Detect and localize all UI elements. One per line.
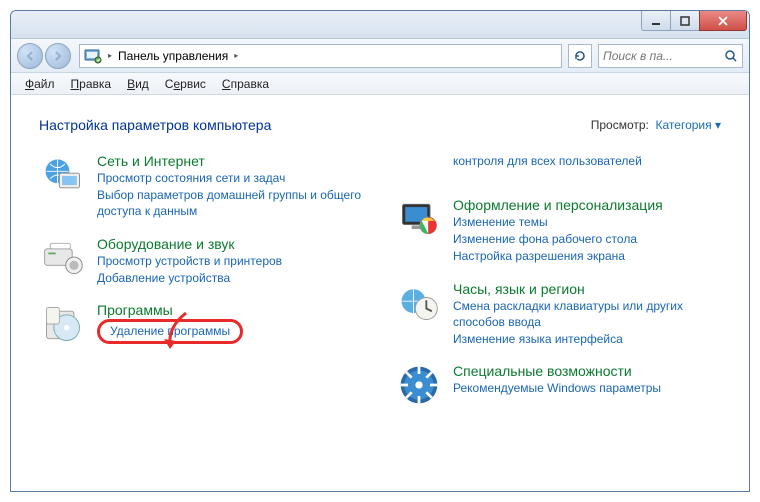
category-link[interactable]: Просмотр устройств и принтеров [97, 253, 282, 269]
personalization-icon [395, 195, 443, 243]
uninstall-program-link[interactable]: Удаление программы [110, 324, 230, 338]
category-link[interactable]: Изменение темы [453, 214, 663, 230]
address-bar[interactable]: ▸ Панель управления ▸ [79, 44, 562, 68]
menu-edit[interactable]: Правка [65, 75, 118, 93]
network-icon [39, 151, 87, 199]
search-input[interactable] [603, 49, 703, 63]
category-title[interactable]: Программы [97, 302, 243, 318]
category-link[interactable]: Смена раскладки клавиатуры или других сп… [453, 298, 721, 330]
nav-back-button[interactable] [17, 43, 43, 69]
category-title[interactable]: Специальные возможности [453, 363, 661, 379]
minimize-button[interactable] [641, 11, 671, 31]
programs-icon [39, 300, 87, 348]
category-clock: Часы, язык и регион Смена раскладки клав… [395, 279, 721, 348]
clock-icon [395, 279, 443, 327]
accessibility-icon [395, 361, 443, 409]
navbar: ▸ Панель управления ▸ [11, 39, 749, 73]
category-link[interactable]: Просмотр состояния сети и задач [97, 170, 365, 186]
category-link[interactable]: Добавление устройства [97, 270, 282, 286]
view-selector: Просмотр: Категория ▾ [591, 118, 721, 132]
orphan-links: контроля для всех пользователей [395, 151, 721, 181]
category-title[interactable]: Оформление и персонализация [453, 197, 663, 213]
category-title[interactable]: Часы, язык и регион [453, 281, 721, 297]
breadcrumb-item[interactable]: Панель управления [118, 49, 228, 63]
close-button[interactable] [699, 11, 747, 31]
menubar: ФФайлайл Правка Вид Сервис Справка [11, 73, 749, 95]
hardware-icon [39, 234, 87, 282]
menu-tools[interactable]: Сервис [159, 75, 212, 93]
category-link[interactable]: Изменение фона рабочего стола [453, 231, 663, 247]
category-link[interactable]: Выбор параметров домашней группы и общег… [97, 187, 365, 219]
view-mode-link[interactable]: Категория ▾ [656, 118, 721, 132]
search-box[interactable] [598, 44, 743, 68]
titlebar [11, 11, 749, 39]
control-panel-window: ▸ Панель управления ▸ ФФайлайл Правка Ви… [10, 10, 750, 492]
category-title[interactable]: Оборудование и звук [97, 236, 282, 252]
category-title[interactable]: Сеть и Интернет [97, 153, 365, 169]
menu-help[interactable]: Справка [216, 75, 275, 93]
search-icon [724, 49, 738, 63]
control-panel-icon [84, 48, 102, 64]
menu-file[interactable]: ФФайлайл [19, 75, 61, 93]
refresh-button[interactable] [568, 44, 592, 68]
nav-forward-button[interactable] [45, 43, 71, 69]
right-column: контроля для всех пользователей Оформлен… [395, 151, 721, 409]
category-link[interactable]: Настройка разрешения экрана [453, 248, 663, 264]
highlighted-link: Удаление программы [97, 319, 243, 344]
category-network: Сеть и Интернет Просмотр состояния сети … [39, 151, 365, 220]
menu-view[interactable]: Вид [121, 75, 155, 93]
category-link[interactable]: Рекомендуемые Windows параметры [453, 380, 661, 396]
left-column: Сеть и Интернет Просмотр состояния сети … [39, 151, 365, 409]
category-personalization: Оформление и персонализация Изменение те… [395, 195, 721, 265]
category-programs: Программы Удаление программы [39, 300, 365, 348]
page-title: Настройка параметров компьютера [39, 117, 271, 133]
category-link[interactable]: Изменение языка интерфейса [453, 331, 721, 347]
category-hardware: Оборудование и звук Просмотр устройств и… [39, 234, 365, 286]
content-area: Настройка параметров компьютера Просмотр… [11, 95, 749, 491]
category-accessibility: Специальные возможности Рекомендуемые Wi… [395, 361, 721, 409]
maximize-button[interactable] [670, 11, 700, 31]
